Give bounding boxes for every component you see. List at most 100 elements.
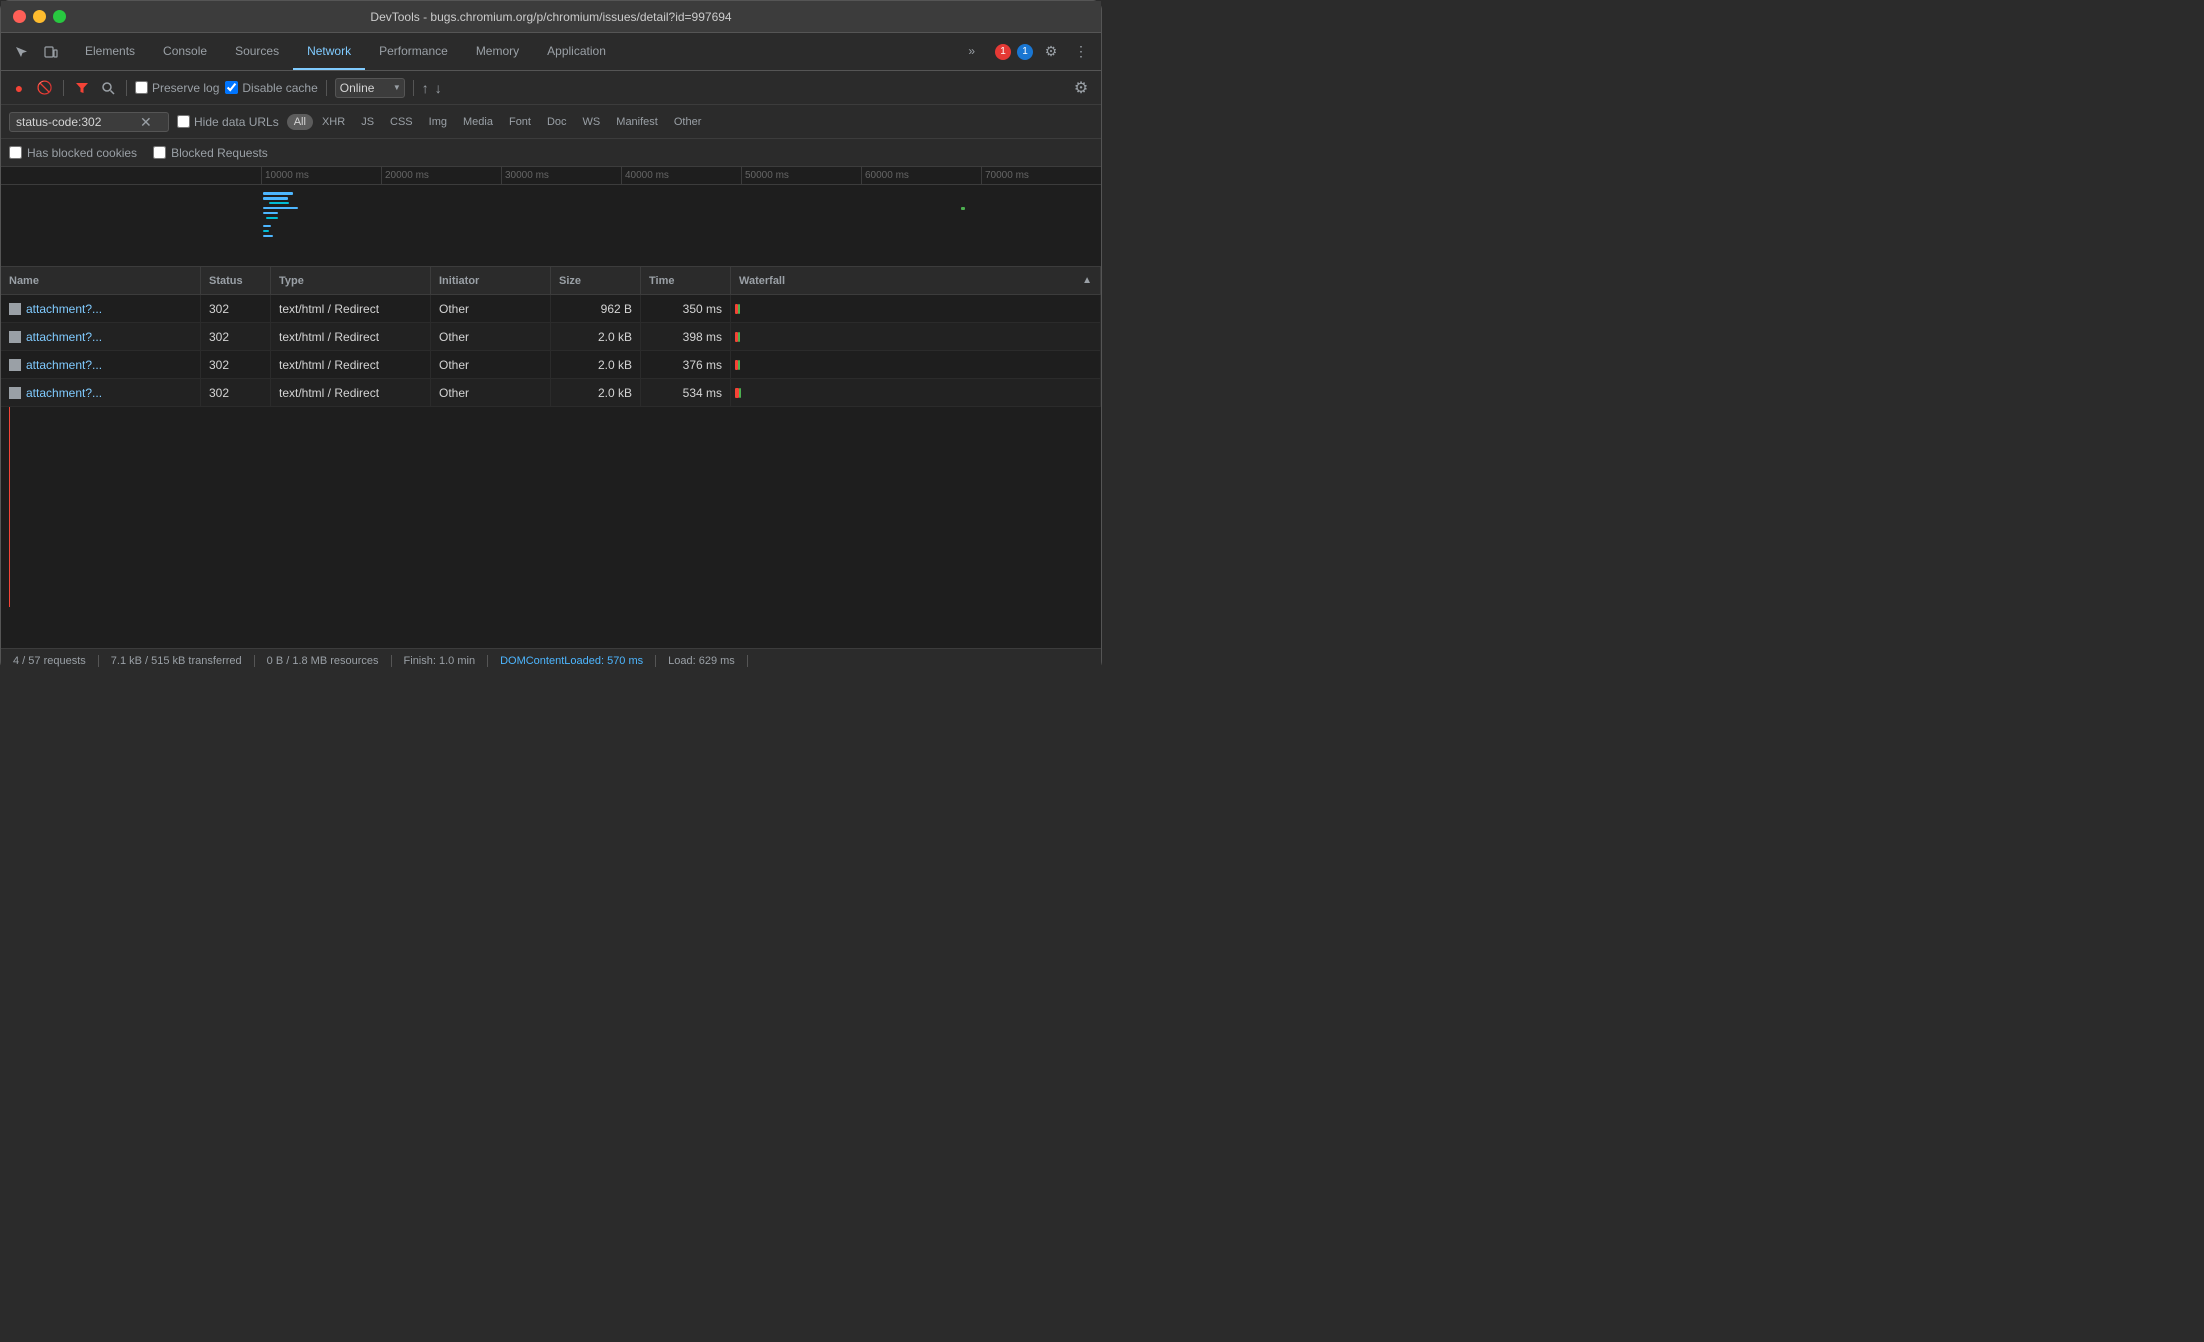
- file-icon-1: [9, 303, 21, 315]
- td-time-2: 398 ms: [641, 323, 731, 350]
- disable-cache-checkbox[interactable]: Disable cache: [225, 81, 317, 95]
- filter-tag-manifest[interactable]: Manifest: [609, 114, 665, 130]
- filter-tag-img[interactable]: Img: [422, 114, 454, 130]
- table-row[interactable]: attachment?... 302 text/html / Redirect …: [1, 295, 1101, 323]
- td-name-1: attachment?...: [1, 295, 201, 322]
- toolbar-divider-1: [63, 80, 64, 96]
- td-status-1: 302: [201, 295, 271, 322]
- throttle-selector[interactable]: Online Fast 3G Slow 3G Offline: [335, 78, 405, 98]
- th-waterfall[interactable]: Waterfall ▲: [731, 267, 1101, 294]
- tab-application[interactable]: Application: [533, 33, 620, 70]
- tab-sources[interactable]: Sources: [221, 33, 293, 70]
- td-initiator-4: Other: [431, 379, 551, 406]
- empty-space: [1, 407, 1101, 607]
- tab-performance[interactable]: Performance: [365, 33, 462, 70]
- filter-tag-ws[interactable]: WS: [576, 114, 608, 130]
- td-type-3: text/html / Redirect: [271, 351, 431, 378]
- filter-tag-media[interactable]: Media: [456, 114, 500, 130]
- th-name[interactable]: Name: [1, 267, 201, 294]
- filter-tag-doc[interactable]: Doc: [540, 114, 574, 130]
- td-status-4: 302: [201, 379, 271, 406]
- blocked-cookies-checkbox[interactable]: Has blocked cookies: [9, 146, 137, 160]
- preserve-log-checkbox[interactable]: Preserve log: [135, 81, 219, 95]
- filter-tag-css[interactable]: CSS: [383, 114, 420, 130]
- devtools-more-icon[interactable]: ⋮: [1069, 40, 1093, 64]
- ruler-mark-5: 50000 ms: [741, 167, 861, 185]
- td-status-2: 302: [201, 323, 271, 350]
- th-initiator[interactable]: Initiator: [431, 267, 551, 294]
- ruler-mark-6: 60000 ms: [861, 167, 981, 185]
- file-icon-4: [9, 387, 21, 399]
- filter-input[interactable]: [16, 115, 136, 129]
- timeline-ruler: 10000 ms 20000 ms 30000 ms 40000 ms 5000…: [1, 167, 1101, 185]
- th-status[interactable]: Status: [201, 267, 271, 294]
- window-title: DevTools - bugs.chromium.org/p/chromium/…: [370, 10, 731, 24]
- devtools-tabs: Elements Console Sources Network Perform…: [1, 33, 1101, 71]
- tab-more[interactable]: »: [954, 44, 989, 60]
- td-name-3: attachment?...: [1, 351, 201, 378]
- status-resources: 0 B / 1.8 MB resources: [255, 655, 392, 667]
- network-settings-icon[interactable]: ⚙: [1069, 76, 1093, 100]
- td-status-3: 302: [201, 351, 271, 378]
- blocked-requests-checkbox[interactable]: Blocked Requests: [153, 146, 268, 160]
- content-area: Name Status Type Initiator Size Time Wat…: [1, 267, 1101, 648]
- td-initiator-2: Other: [431, 323, 551, 350]
- devtools-left-icons: [9, 33, 63, 70]
- th-time[interactable]: Time: [641, 267, 731, 294]
- td-initiator-3: Other: [431, 351, 551, 378]
- td-name-2: attachment?...: [1, 323, 201, 350]
- filter-tag-js[interactable]: JS: [354, 114, 381, 130]
- ruler-mark-1: 10000 ms: [261, 167, 381, 185]
- table-row[interactable]: attachment?... 302 text/html / Redirect …: [1, 323, 1101, 351]
- dom-loaded-line: [9, 407, 10, 607]
- td-waterfall-2: [731, 323, 1101, 350]
- timeline-area: 10000 ms 20000 ms 30000 ms 40000 ms 5000…: [1, 167, 1101, 267]
- settings-icon[interactable]: ⚙: [1039, 40, 1063, 64]
- td-size-1: 962 B: [551, 295, 641, 322]
- status-finish: Finish: 1.0 min: [392, 655, 489, 667]
- table-body: attachment?... 302 text/html / Redirect …: [1, 295, 1101, 648]
- tab-console[interactable]: Console: [149, 33, 221, 70]
- toolbar-divider-3: [326, 80, 327, 96]
- titlebar: DevTools - bugs.chromium.org/p/chromium/…: [1, 1, 1101, 33]
- main-content: ● 🚫 Preserve log Disable cache Online Fa…: [1, 71, 1101, 672]
- th-type[interactable]: Type: [271, 267, 431, 294]
- td-size-2: 2.0 kB: [551, 323, 641, 350]
- filter-row: ✕ Hide data URLs All XHR JS CSS Img Medi…: [1, 105, 1101, 139]
- hide-data-urls-checkbox[interactable]: Hide data URLs: [177, 115, 279, 129]
- record-button[interactable]: ●: [9, 78, 29, 98]
- filter-clear-button[interactable]: ✕: [140, 115, 152, 129]
- upload-icon: ↑: [422, 80, 429, 96]
- tab-network[interactable]: Network: [293, 33, 365, 70]
- filter-tag-font[interactable]: Font: [502, 114, 538, 130]
- td-time-3: 376 ms: [641, 351, 731, 378]
- minimize-button[interactable]: [33, 10, 46, 23]
- timeline-bars: [261, 187, 1101, 265]
- close-button[interactable]: [13, 10, 26, 23]
- search-icon[interactable]: [98, 78, 118, 98]
- clear-button[interactable]: 🚫: [35, 78, 55, 98]
- toolbar-divider-4: [413, 80, 414, 96]
- filter-tag-xhr[interactable]: XHR: [315, 114, 352, 130]
- devtools-right-icons: » 1 1 ⚙ ⋮: [954, 33, 1101, 70]
- filter-tag-other[interactable]: Other: [667, 114, 709, 130]
- table-row[interactable]: attachment?... 302 text/html / Redirect …: [1, 379, 1101, 407]
- download-icon: ↓: [435, 80, 442, 96]
- cursor-icon[interactable]: [9, 40, 33, 64]
- th-size[interactable]: Size: [551, 267, 641, 294]
- td-size-3: 2.0 kB: [551, 351, 641, 378]
- td-type-4: text/html / Redirect: [271, 379, 431, 406]
- filter-tag-all[interactable]: All: [287, 114, 313, 130]
- filter-type-tags: All XHR JS CSS Img Media Font Doc WS Man…: [287, 114, 709, 130]
- td-type-2: text/html / Redirect: [271, 323, 431, 350]
- filter-icon[interactable]: [72, 78, 92, 98]
- td-name-4: attachment?...: [1, 379, 201, 406]
- td-waterfall-4: [731, 379, 1101, 406]
- device-toggle-icon[interactable]: [39, 40, 63, 64]
- table-row[interactable]: attachment?... 302 text/html / Redirect …: [1, 351, 1101, 379]
- error-badge: 1: [995, 44, 1011, 60]
- td-time-4: 534 ms: [641, 379, 731, 406]
- tab-elements[interactable]: Elements: [71, 33, 149, 70]
- tab-memory[interactable]: Memory: [462, 33, 533, 70]
- fullscreen-button[interactable]: [53, 10, 66, 23]
